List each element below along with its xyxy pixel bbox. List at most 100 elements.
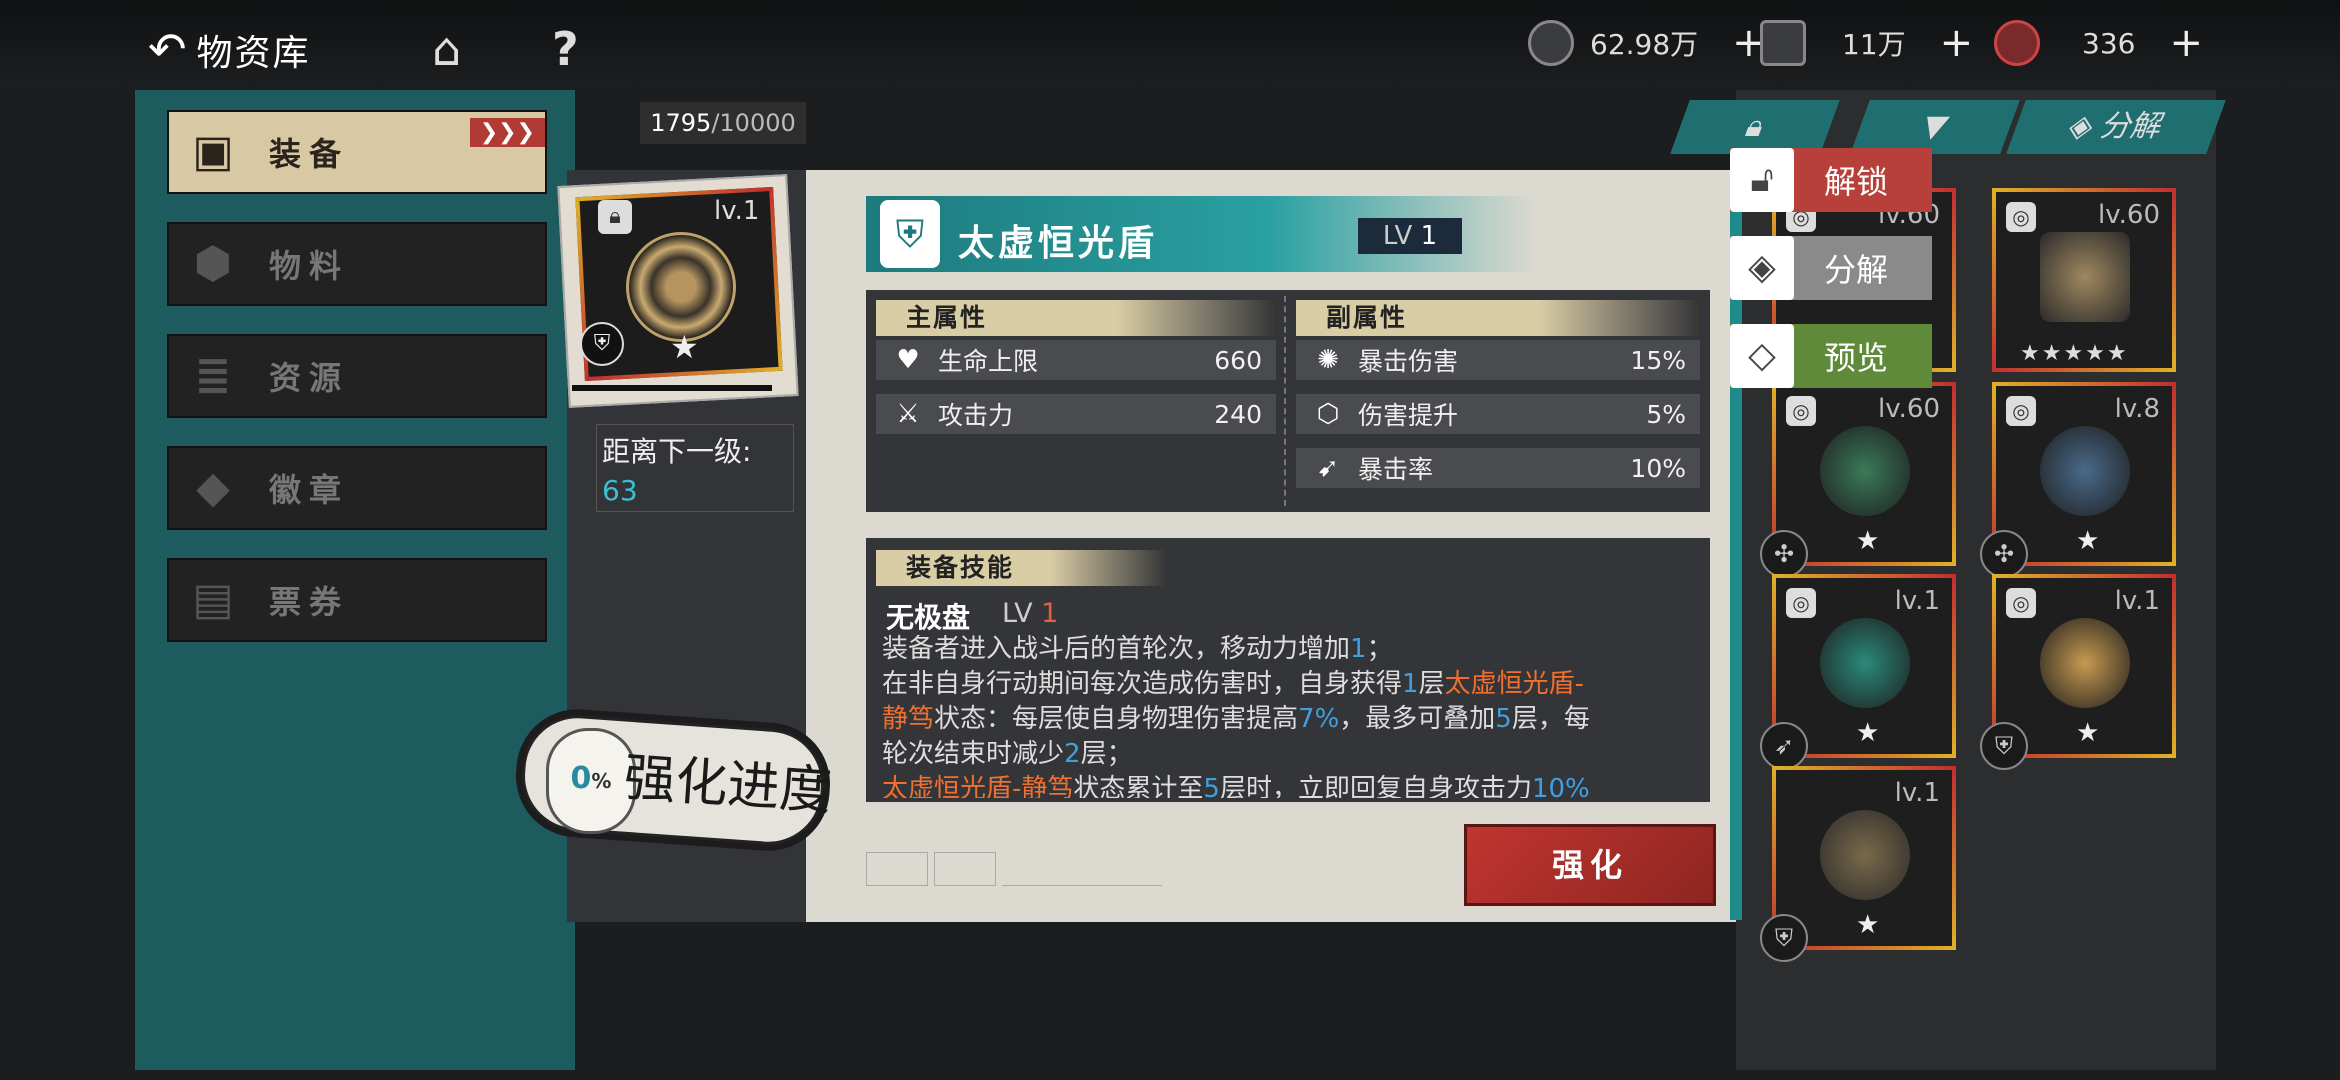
skill-lv-label: LV: [1002, 598, 1033, 629]
sidebar-item-equipment[interactable]: ▣ 装备 ❯❯❯: [167, 110, 547, 194]
stat-value: 5%: [1646, 399, 1686, 429]
star-icon: ★: [1856, 910, 1880, 940]
inventory-item[interactable]: lv.60 ◎ ★ ✣: [1760, 382, 1956, 578]
filter-icon: ▼: [1917, 109, 1954, 144]
gem-icon: [1994, 20, 2040, 66]
back-button[interactable]: ↶ 物资库: [148, 22, 311, 76]
class-badge-icon: ⛨: [1980, 722, 2028, 770]
stat-value: 240: [1214, 399, 1262, 429]
stat-row: ✺ 暴击伤害 15%: [1296, 340, 1700, 380]
percent-sign: %: [591, 769, 612, 793]
item-level: lv.60: [1878, 394, 1940, 424]
resource-box: 11万 +: [1760, 18, 1973, 68]
resource-gem: 336 +: [1994, 18, 2203, 68]
add-box-button[interactable]: +: [1940, 20, 1974, 66]
star-icon: ★: [1856, 526, 1880, 556]
page-title: 物资库: [196, 33, 311, 74]
back-arrow-icon: ↶: [148, 22, 189, 76]
home-icon[interactable]: ⌂: [432, 22, 461, 76]
class-badge-icon: ⛨: [1760, 914, 1808, 962]
divider: [1284, 296, 1288, 506]
main-stats: 主属性 ♥ 生命上限 660 ⚔ 攻击力 240: [876, 300, 1276, 434]
item-level: lv.1: [2114, 586, 2160, 616]
unlock-icon: 🔓︎: [1730, 148, 1794, 212]
stat-name: 暴击率: [1358, 455, 1434, 484]
item-image: [1820, 426, 1910, 516]
skill-name: 无极盘: [886, 601, 971, 634]
inventory-item[interactable]: lv.1 ◎ ★ ⛨: [1980, 574, 2176, 770]
item-level: lv.8: [2114, 394, 2160, 424]
resource-coin: 62.98万 +: [1528, 18, 1766, 68]
stat-value: 15%: [1630, 345, 1686, 375]
shield-icon: ◎: [1786, 588, 1816, 618]
enhance-progress-label: 强化进度: [621, 747, 834, 823]
stat-row: ➹ 暴击率 10%: [1296, 448, 1700, 488]
inventory-item[interactable]: lv.8 ◎ ★ ✣: [1980, 382, 2176, 578]
heart-shield-icon: ♥: [896, 345, 920, 375]
star-icon: ★: [1856, 718, 1880, 748]
item-image: [1820, 810, 1910, 900]
lv-label: LV: [1382, 221, 1413, 251]
sub-stats-header: 副属性: [1296, 300, 1700, 336]
damage-up-icon: ⬡: [1316, 399, 1340, 429]
tab-lock-filter[interactable]: 🔒︎: [1670, 100, 1840, 154]
sidebar-item-materials[interactable]: ⬢ 物料: [167, 222, 547, 306]
resource-value: 11万: [1842, 28, 1906, 61]
strengthen-button[interactable]: 强化: [1464, 824, 1716, 906]
sidebar-item-label: 资源: [269, 359, 350, 397]
decompose-button[interactable]: ◈ 分解: [1730, 236, 1932, 300]
stats-box: 主属性 ♥ 生命上限 660 ⚔ 攻击力 240 副属性 ✺ 暴击伤害 15% ⬡ 伤害提升 5…: [866, 290, 1710, 512]
add-gem-button[interactable]: +: [2169, 20, 2203, 66]
percent-value: 0: [570, 761, 592, 796]
preview-button[interactable]: ◇ 预览: [1730, 324, 1932, 388]
item-image: [2040, 426, 2130, 516]
shield-item-image: [626, 232, 736, 342]
item-image: [2040, 618, 2130, 708]
item-level-box: LV 1: [1358, 218, 1462, 254]
class-badge-icon: ✣: [1760, 530, 1808, 578]
star-rating: ★★★★★: [2020, 341, 2129, 366]
button-label: 解锁: [1824, 163, 1889, 201]
lock-icon: 🔒︎: [1740, 109, 1770, 144]
preview-icon: ◇: [1730, 324, 1794, 388]
decorative-stamp: [866, 852, 1196, 896]
sidebar-item-label: 徽章: [269, 471, 350, 509]
item-level: lv.1: [714, 196, 760, 226]
sidebar-item-resources[interactable]: ≣ 资源: [167, 334, 547, 418]
sidebar-item-tickets[interactable]: ▤ 票券: [167, 558, 547, 642]
crit-rate-icon: ➹: [1317, 453, 1339, 483]
unlock-button[interactable]: 🔓︎ 解锁: [1730, 148, 1932, 212]
item-level: lv.1: [1894, 586, 1940, 616]
desc-line: 轮次结束时减少2层；: [882, 739, 1133, 769]
resource-value: 336: [2082, 26, 2136, 60]
shield-class-icon: ⛨: [880, 200, 940, 268]
shield-icon: ◎: [2006, 202, 2036, 232]
skill-header: 装备技能: [876, 550, 1166, 586]
desc-line: 装备者进入战斗后的首轮次，移动力增加1；: [882, 634, 1393, 664]
shield-icon: ◎: [1786, 396, 1816, 426]
sidebar-item-label: 装备: [269, 135, 350, 173]
badge-icon: ◆: [196, 462, 238, 513]
enhance-progress-percent: 0%: [546, 728, 636, 834]
inventory-item[interactable]: lv.1 ★ ⛨: [1760, 766, 1956, 962]
tab-filter[interactable]: ▼: [1850, 100, 2020, 154]
sidebar-item-badges[interactable]: ◆ 徽章: [167, 446, 547, 530]
next-level-value: 63: [602, 474, 638, 507]
capacity-current: 1795: [650, 109, 712, 137]
resources-icon: ≣: [194, 350, 240, 401]
swords-icon: ⚔: [896, 399, 920, 429]
inventory-item[interactable]: lv.60 ◎ ★★★★★: [1992, 188, 2176, 372]
class-badge-icon: ✣: [1980, 530, 2028, 578]
skill-description: 装备者进入战斗后的首轮次，移动力增加1； 在非自身行动期间每次造成伤害时，自身获…: [882, 632, 1692, 798]
sidebar-item-label: 票券: [269, 583, 350, 621]
stat-value: 660: [1214, 345, 1262, 375]
desc-line: 在非自身行动期间每次造成伤害时，自身获得1层太虚恒光盾-: [882, 669, 1584, 699]
skill-level: LV 1: [1002, 598, 1058, 629]
help-icon[interactable]: ?: [552, 22, 579, 76]
coin-icon: [1528, 20, 1574, 66]
lv-value: 1: [1420, 221, 1438, 251]
item-level: lv.60: [2098, 200, 2160, 230]
tab-decompose[interactable]: ◈ 分解: [2006, 100, 2226, 154]
stat-name: 暴击伤害: [1358, 347, 1459, 376]
inventory-item[interactable]: lv.1 ◎ ★ ➶: [1760, 574, 1956, 770]
